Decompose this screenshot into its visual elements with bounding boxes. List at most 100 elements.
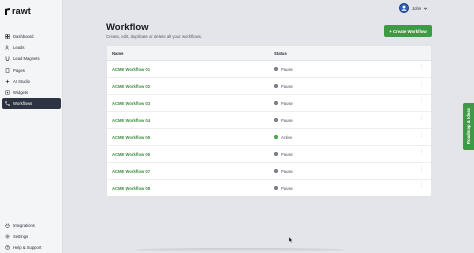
sidebar-bottom-nav: Integrations Settings Help & Support — [2, 220, 61, 253]
sidebar-item-label: AI Studio — [13, 78, 30, 84]
workflow-table: Name Status ACME Workflow 01 Pause ⋮ ACM… — [106, 45, 432, 197]
status-badge: Pause — [274, 152, 293, 157]
workflow-icon — [5, 101, 10, 107]
workflow-name-link[interactable]: ACME Workflow 02 — [112, 84, 150, 89]
status-badge: Pause — [274, 67, 293, 72]
status-text: Pause — [281, 151, 293, 157]
help-icon — [5, 245, 10, 251]
create-workflow-button[interactable]: + Create Workflow — [384, 25, 432, 37]
status-text: Pause — [281, 66, 293, 72]
sidebar-item-pages[interactable]: Pages — [2, 65, 61, 76]
sidebar-item-widgets[interactable]: Widgets — [2, 87, 61, 98]
table-row[interactable]: ACME Workflow 02 Pause ⋮ — [107, 78, 431, 95]
bottom-shadow — [135, 248, 345, 252]
sidebar-item-ai-studio[interactable]: AI Studio — [2, 76, 61, 87]
column-header-name: Name — [112, 51, 124, 56]
status-text: Pause — [281, 185, 293, 191]
sidebar-item-label: Dashboard — [13, 34, 34, 39]
pages-icon — [5, 67, 10, 73]
logo-icon — [5, 7, 10, 15]
user-avatar-icon — [401, 5, 407, 11]
sparkle-icon — [5, 79, 10, 84]
workflow-name-link[interactable]: ACME Workflow 08 — [112, 186, 150, 191]
magnet-icon — [5, 56, 10, 62]
roadmap-ideas-label: Roadmap & Ideas — [466, 108, 471, 145]
status-badge: Pause — [274, 169, 293, 174]
roadmap-ideas-tab[interactable]: Roadmap & Ideas — [463, 103, 474, 150]
sidebar-item-help-support[interactable]: Help & Support — [2, 242, 61, 253]
status-pause-icon — [274, 152, 278, 156]
table-row[interactable]: ACME Workflow 04 Pause ⋮ — [107, 112, 431, 129]
row-menu-icon[interactable]: ⋮ — [419, 184, 424, 189]
sidebar-item-label: Settings — [13, 234, 29, 240]
row-menu-icon[interactable]: ⋮ — [419, 82, 424, 87]
table-row[interactable]: ACME Workflow 06 Pause ⋮ — [107, 146, 431, 163]
dashboard-icon — [5, 34, 10, 39]
sidebar-item-label: Help & Support — [13, 245, 42, 251]
row-menu-icon[interactable]: ⋮ — [419, 133, 424, 138]
user-menu[interactable]: John — [399, 3, 428, 13]
table-row[interactable]: ACME Workflow 05 Active ⋮ — [107, 129, 431, 146]
sidebar-item-label: Workflows — [13, 101, 33, 107]
sidebar-item-label: Integrations — [13, 223, 35, 228]
status-text: Pause — [281, 117, 293, 123]
status-text: Pause — [281, 100, 293, 106]
table-row[interactable]: ACME Workflow 08 Pause ⋮ — [107, 180, 431, 197]
status-text: Pause — [281, 168, 293, 174]
row-menu-icon[interactable]: ⋮ — [419, 150, 424, 155]
sidebar-item-settings[interactable]: Settings — [2, 231, 61, 242]
sidebar-item-workflows[interactable]: Workflows — [2, 98, 61, 110]
app-logo[interactable]: rawt — [4, 5, 31, 17]
status-text: Pause — [281, 83, 293, 89]
workflow-name-link[interactable]: ACME Workflow 05 — [112, 135, 150, 140]
table-row[interactable]: ACME Workflow 07 Pause ⋮ — [107, 163, 431, 180]
row-menu-icon[interactable]: ⋮ — [419, 167, 424, 172]
logo-text: rawt — [12, 6, 31, 16]
workflow-name-link[interactable]: ACME Workflow 04 — [112, 118, 150, 123]
row-menu-icon[interactable]: ⋮ — [419, 99, 424, 104]
workflow-name-link[interactable]: ACME Workflow 01 — [112, 67, 150, 72]
status-badge: Pause — [274, 118, 293, 123]
gear-icon — [5, 234, 10, 239]
page-subtitle: Create, edit, duplicate or delete all yo… — [106, 34, 203, 39]
table-row[interactable]: ACME Workflow 03 Pause ⋮ — [107, 95, 431, 112]
status-pause-icon — [274, 101, 278, 105]
status-badge: Pause — [274, 101, 293, 106]
table-header: Name Status — [107, 46, 431, 61]
chevron-down-icon — [424, 7, 428, 10]
status-pause-icon — [274, 118, 278, 122]
user-name: John — [412, 5, 422, 11]
users-icon — [5, 45, 9, 50]
sidebar-item-label: Leads — [13, 45, 25, 51]
status-pause-icon — [274, 186, 278, 190]
sidebar-item-integrations[interactable]: Integrations — [2, 220, 61, 231]
sidebar-item-label: Pages — [13, 67, 25, 73]
widgets-icon — [5, 90, 10, 95]
workflow-name-link[interactable]: ACME Workflow 06 — [112, 152, 150, 157]
page-title: Workflow — [106, 22, 149, 33]
workflow-name-link[interactable]: ACME Workflow 03 — [112, 101, 150, 106]
avatar — [399, 3, 409, 13]
sidebar-item-label: Lead Magnets — [13, 56, 40, 62]
table-row[interactable]: ACME Workflow 01 Pause ⋮ — [107, 61, 431, 78]
sidebar-item-lead-magnets[interactable]: Lead Magnets — [2, 53, 61, 64]
column-header-status: Status — [274, 51, 287, 56]
status-badge: Active — [274, 135, 292, 140]
status-text: Active — [281, 134, 293, 140]
status-pause-icon — [274, 169, 278, 173]
mouse-cursor-icon — [289, 237, 293, 243]
integrations-icon — [5, 223, 10, 228]
status-badge: Pause — [274, 84, 293, 89]
sidebar-item-leads[interactable]: Leads — [2, 42, 61, 53]
row-menu-icon[interactable]: ⋮ — [419, 116, 424, 121]
sidebar-item-dashboard[interactable]: Dashboard — [2, 31, 61, 42]
sidebar-nav: Dashboard Leads Lead Magnets Pages AI St… — [2, 31, 61, 110]
sidebar-item-label: Widgets — [13, 89, 29, 95]
sidebar: rawt Dashboard Leads Lead Magnets Pages … — [0, 0, 63, 253]
status-pause-icon — [274, 67, 278, 71]
status-badge: Pause — [274, 186, 293, 191]
status-active-icon — [274, 135, 278, 139]
status-pause-icon — [274, 84, 278, 88]
row-menu-icon[interactable]: ⋮ — [419, 65, 424, 70]
workflow-name-link[interactable]: ACME Workflow 07 — [112, 169, 150, 174]
